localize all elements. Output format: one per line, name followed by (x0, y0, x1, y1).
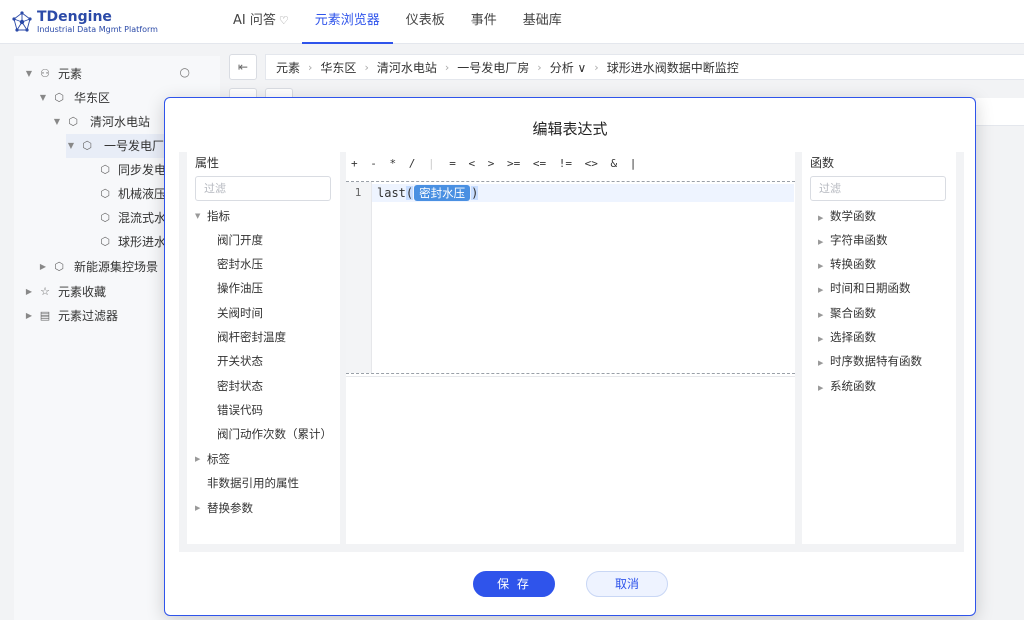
function-category-label: 时序数据特有函数 (830, 354, 922, 368)
code-text: last(密封水压) (377, 184, 479, 202)
attr-group-label: 标签 (207, 452, 230, 466)
operator-toolbar: + - * / | = < > >= <= != <> & | (351, 155, 642, 173)
expression-editor[interactable]: 1 last(密封水压) (346, 181, 795, 374)
functions-filter-input[interactable] (810, 176, 946, 201)
attr-item[interactable]: 关阀时间 (217, 302, 263, 324)
attr-item[interactable]: 开关状态 (217, 350, 263, 372)
expression-result-area (346, 376, 795, 544)
caret-right-icon: ▶ (818, 311, 824, 319)
function-name: last (377, 186, 406, 200)
operator-button[interactable]: * (390, 157, 397, 170)
operator-button[interactable]: != (559, 157, 572, 170)
dialog-title: 编辑表达式 (532, 120, 608, 138)
caret-right-icon: ▶ (818, 286, 824, 294)
attr-group-non-data-ref[interactable]: 非数据引用的属性 (207, 472, 299, 494)
function-category[interactable]: ▶ 转换函数 (818, 253, 876, 275)
caret-right-icon: ▶ (818, 384, 824, 392)
function-category[interactable]: ▶ 选择函数 (818, 326, 876, 348)
function-category[interactable]: ▶ 数学函数 (818, 205, 876, 227)
attr-item[interactable]: 操作油压 (217, 277, 263, 299)
operator-button[interactable]: / (409, 157, 416, 170)
caret-down-icon[interactable]: ▼ (195, 205, 200, 227)
function-category[interactable]: ▶ 时间和日期函数 (818, 277, 911, 299)
function-category-label: 聚合函数 (830, 306, 876, 320)
attr-item[interactable]: 阀门动作次数（累计） (217, 423, 332, 445)
attr-item[interactable]: 错误代码 (217, 399, 263, 421)
operator-button[interactable]: > (488, 157, 495, 170)
code-line[interactable]: last(密封水压) (372, 184, 794, 202)
attr-group-label: 指标 (207, 209, 230, 223)
operator-button[interactable]: <> (585, 157, 598, 170)
attributes-title: 属性 (195, 156, 220, 170)
operator-button[interactable]: <= (533, 157, 546, 170)
caret-right-icon: ▶ (818, 214, 824, 222)
dialog-body: 属性 ▼ 指标 阀门开度 密封水压 操作油压 关阀时间 阀杆密封温度 开关状态 … (179, 152, 964, 552)
function-category[interactable]: ▶ 时序数据特有函数 (818, 350, 922, 372)
edit-expression-dialog: 编辑表达式 属性 ▼ 指标 阀门开度 密封水压 操作油压 关阀时间 阀杆密封温度… (164, 97, 976, 616)
caret-right-icon[interactable]: ▶ (195, 448, 200, 470)
line-gutter: 1 (346, 182, 372, 373)
caret-right-icon: ▶ (818, 238, 824, 246)
operator-button[interactable]: + (351, 157, 358, 170)
operator-button[interactable]: | (630, 157, 637, 170)
operator-button[interactable]: = (449, 157, 456, 170)
attr-item[interactable]: 阀门开度 (217, 229, 263, 251)
function-category[interactable]: ▶ 系统函数 (818, 375, 876, 397)
attribute-token[interactable]: 密封水压 (414, 185, 471, 201)
attributes-filter-input[interactable] (195, 176, 331, 201)
attributes-pane: 属性 ▼ 指标 阀门开度 密封水压 操作油压 关阀时间 阀杆密封温度 开关状态 … (187, 152, 340, 544)
line-number: 1 (354, 186, 362, 199)
caret-right-icon[interactable]: ▶ (195, 497, 200, 519)
function-category-label: 数学函数 (830, 209, 876, 223)
caret-right-icon: ▶ (818, 262, 824, 270)
attr-item[interactable]: 密封水压 (217, 253, 263, 275)
attr-item[interactable]: 密封状态 (217, 375, 263, 397)
expression-pane: + - * / | = < > >= <= != <> & | 1 last(… (346, 152, 795, 544)
operator-button[interactable]: & (611, 157, 618, 170)
function-category-label: 时间和日期函数 (830, 281, 911, 295)
function-category-label: 选择函数 (830, 330, 876, 344)
function-category-label: 转换函数 (830, 257, 876, 271)
attr-group-label: 替换参数 (207, 501, 253, 515)
functions-title: 函数 (810, 156, 835, 170)
function-category-label: 字符串函数 (830, 233, 888, 247)
open-paren: ( (405, 186, 414, 200)
divider: | (428, 157, 435, 170)
save-button[interactable]: 保 存 (473, 571, 555, 597)
caret-right-icon: ▶ (818, 359, 824, 367)
function-category[interactable]: ▶ 聚合函数 (818, 302, 876, 324)
attr-item[interactable]: 阀杆密封温度 (217, 326, 286, 348)
functions-pane: 函数 ▶ 数学函数 ▶ 字符串函数 ▶ 转换函数 ▶ 时间和日期函数 ▶ 聚合函数 ▶ 选择… (802, 152, 956, 544)
close-paren: ) (471, 186, 479, 200)
operator-button[interactable]: >= (507, 157, 520, 170)
operator-button[interactable]: - (370, 157, 377, 170)
function-category-label: 系统函数 (830, 379, 876, 393)
caret-right-icon: ▶ (818, 335, 824, 343)
cancel-button[interactable]: 取消 (586, 571, 668, 597)
operator-button[interactable]: < (469, 157, 476, 170)
function-category[interactable]: ▶ 字符串函数 (818, 229, 888, 251)
